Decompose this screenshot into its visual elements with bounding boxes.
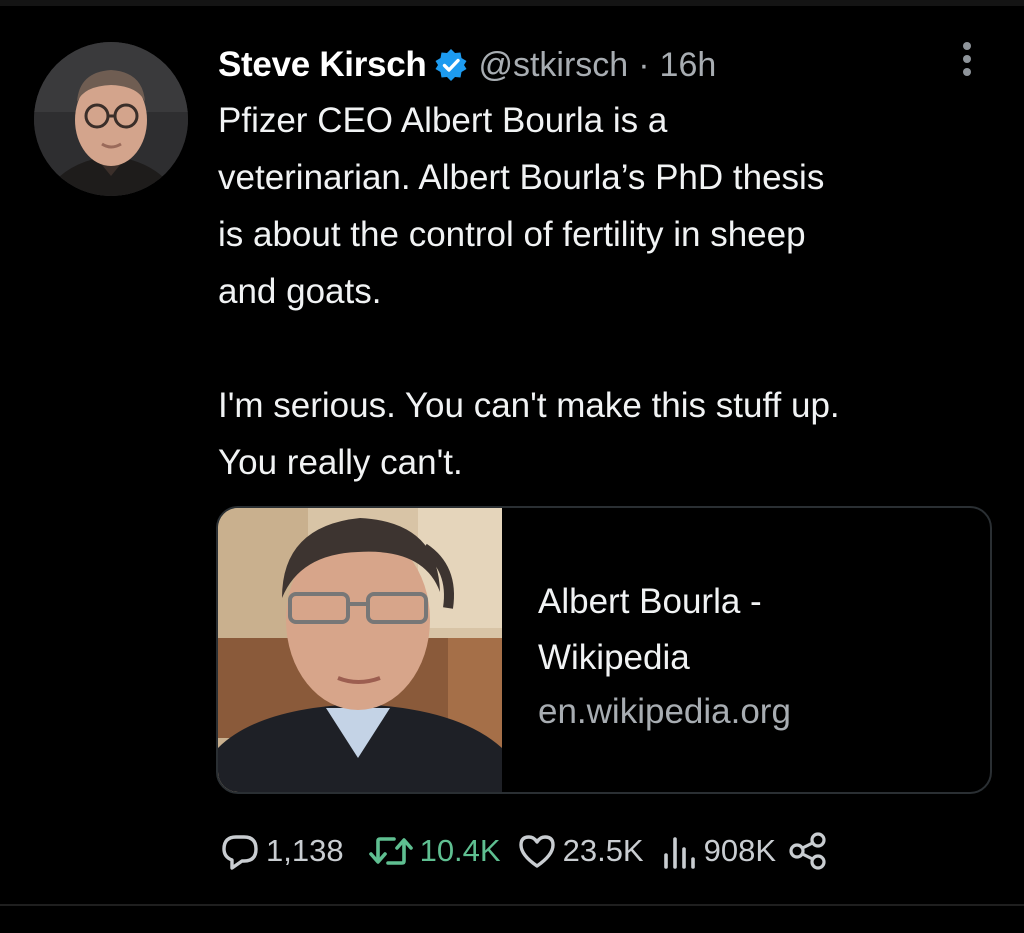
avatar-photo: [34, 42, 188, 196]
link-card-text: Albert Bourla - Wikipedia en.wikipedia.o…: [538, 574, 978, 738]
tweet-action-bar: 1,138 10.4K 23.5K 908K: [218, 826, 830, 876]
tweet-text-line: veterinarian. Albert Bourla’s PhD thesis: [218, 158, 825, 197]
views-button[interactable]: 908K: [660, 829, 776, 873]
tweet-text-line: Pfizer CEO Albert Bourla is a: [218, 101, 668, 140]
share-button[interactable]: [786, 829, 830, 873]
author-handle[interactable]: @stkirsch: [478, 46, 628, 85]
share-icon: [789, 832, 826, 870]
tweet-text-line: I'm serious. You can't make this stuff u…: [218, 386, 840, 425]
link-card-title-2: Wikipedia: [538, 638, 690, 677]
link-card-image: [218, 508, 502, 792]
tweet-text-line: You really can't.: [218, 443, 463, 482]
tweet-timestamp[interactable]: 16h: [660, 46, 717, 85]
like-button[interactable]: 23.5K: [515, 829, 644, 873]
reply-icon: [222, 835, 258, 870]
like-count: 23.5K: [562, 833, 644, 868]
more-options-icon[interactable]: [955, 40, 979, 80]
tweet-text-line: is about the control of fertility in she…: [218, 215, 806, 254]
author-avatar[interactable]: [34, 42, 188, 196]
top-divider: [0, 0, 1024, 6]
retweet-icon: [368, 837, 413, 865]
views-chart-icon: [663, 837, 695, 869]
tweet-body: Pfizer CEO Albert Bourla is a veterinari…: [218, 92, 1008, 491]
retweet-button[interactable]: 10.4K: [366, 829, 501, 873]
header-separator: ·: [638, 45, 650, 84]
author-name[interactable]: Steve Kirsch: [218, 45, 427, 85]
link-card-domain: en.wikipedia.org: [538, 692, 791, 731]
heart-icon: [518, 835, 555, 868]
verified-badge-icon: [434, 48, 468, 82]
link-preview-card[interactable]: Albert Bourla - Wikipedia en.wikipedia.o…: [216, 506, 992, 794]
bottom-divider: [0, 904, 1024, 906]
person-photo: [218, 508, 502, 792]
retweet-count: 10.4K: [419, 833, 501, 868]
tweet-text-line: and goats.: [218, 272, 382, 311]
link-card-title: Albert Bourla -: [538, 582, 762, 621]
tweet-header: Steve Kirsch @stkirsch · 16h: [218, 40, 716, 90]
views-count: 908K: [703, 833, 777, 868]
reply-button[interactable]: 1,138: [218, 829, 344, 873]
reply-count: 1,138: [266, 833, 344, 868]
